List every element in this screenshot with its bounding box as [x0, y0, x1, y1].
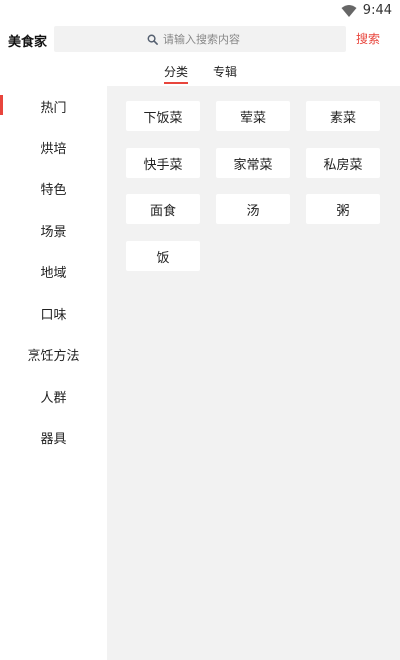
sidebar-item-flavor[interactable]: 口味 [0, 293, 107, 333]
tab-bar: 分类 专辑 [0, 58, 400, 86]
app-name: 美食家 [8, 35, 48, 50]
tab-category[interactable]: 分类 [164, 63, 188, 80]
sidebar-item-baking[interactable]: 烘培 [0, 127, 107, 167]
tab-album[interactable]: 专辑 [213, 63, 237, 80]
sidebar-item-region[interactable]: 地域 [0, 251, 107, 291]
sidebar-item-hot[interactable]: 热门 [0, 86, 107, 126]
sidebar-item-specialty[interactable]: 特色 [0, 168, 107, 208]
status-time: 9:44 [362, 3, 392, 18]
search-icon [147, 34, 158, 45]
status-bar: 9:44 [0, 0, 400, 22]
tag-item[interactable]: 荤菜 [216, 101, 290, 131]
tag-item[interactable]: 家常菜 [216, 148, 290, 178]
search-box[interactable] [54, 26, 346, 52]
tag-item[interactable]: 饭 [126, 241, 200, 271]
status-icons: 9:44 [341, 3, 392, 18]
category-sidebar: 热门 烘培 特色 场景 地域 口味 烹饪方法 人群 器具 [0, 86, 107, 660]
header: 美食家 搜索 [0, 24, 400, 54]
sidebar-item-scene[interactable]: 场景 [0, 210, 107, 250]
search-button[interactable]: 搜索 [356, 30, 380, 47]
sidebar-item-crowd[interactable]: 人群 [0, 376, 107, 416]
sidebar-item-cooking-method[interactable]: 烹饪方法 [0, 334, 107, 374]
wifi-icon [341, 4, 357, 17]
tag-panel: 下饭菜 荤菜 素菜 快手菜 家常菜 私房菜 面食 汤 粥 饭 [107, 86, 400, 660]
search-input[interactable] [163, 32, 253, 46]
tag-item[interactable]: 素菜 [306, 101, 380, 131]
tag-item[interactable]: 粥 [306, 194, 380, 224]
active-tab-indicator [164, 82, 188, 84]
tag-item[interactable]: 下饭菜 [126, 101, 200, 131]
sidebar-item-utensils[interactable]: 器具 [0, 417, 107, 457]
tag-item[interactable]: 快手菜 [126, 148, 200, 178]
tag-item[interactable]: 面食 [126, 194, 200, 224]
tag-item[interactable]: 汤 [216, 194, 290, 224]
tag-item[interactable]: 私房菜 [306, 148, 380, 178]
